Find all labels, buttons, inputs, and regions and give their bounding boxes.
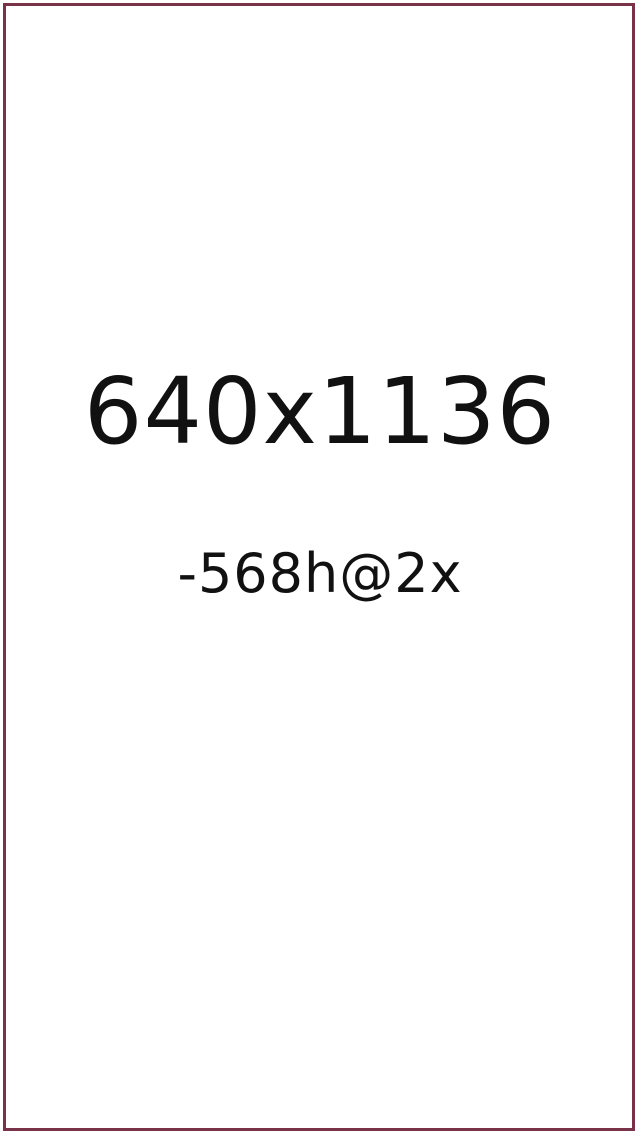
suffix-label: -568h@2x bbox=[177, 542, 463, 605]
dimensions-label: 640x1136 bbox=[83, 358, 557, 465]
